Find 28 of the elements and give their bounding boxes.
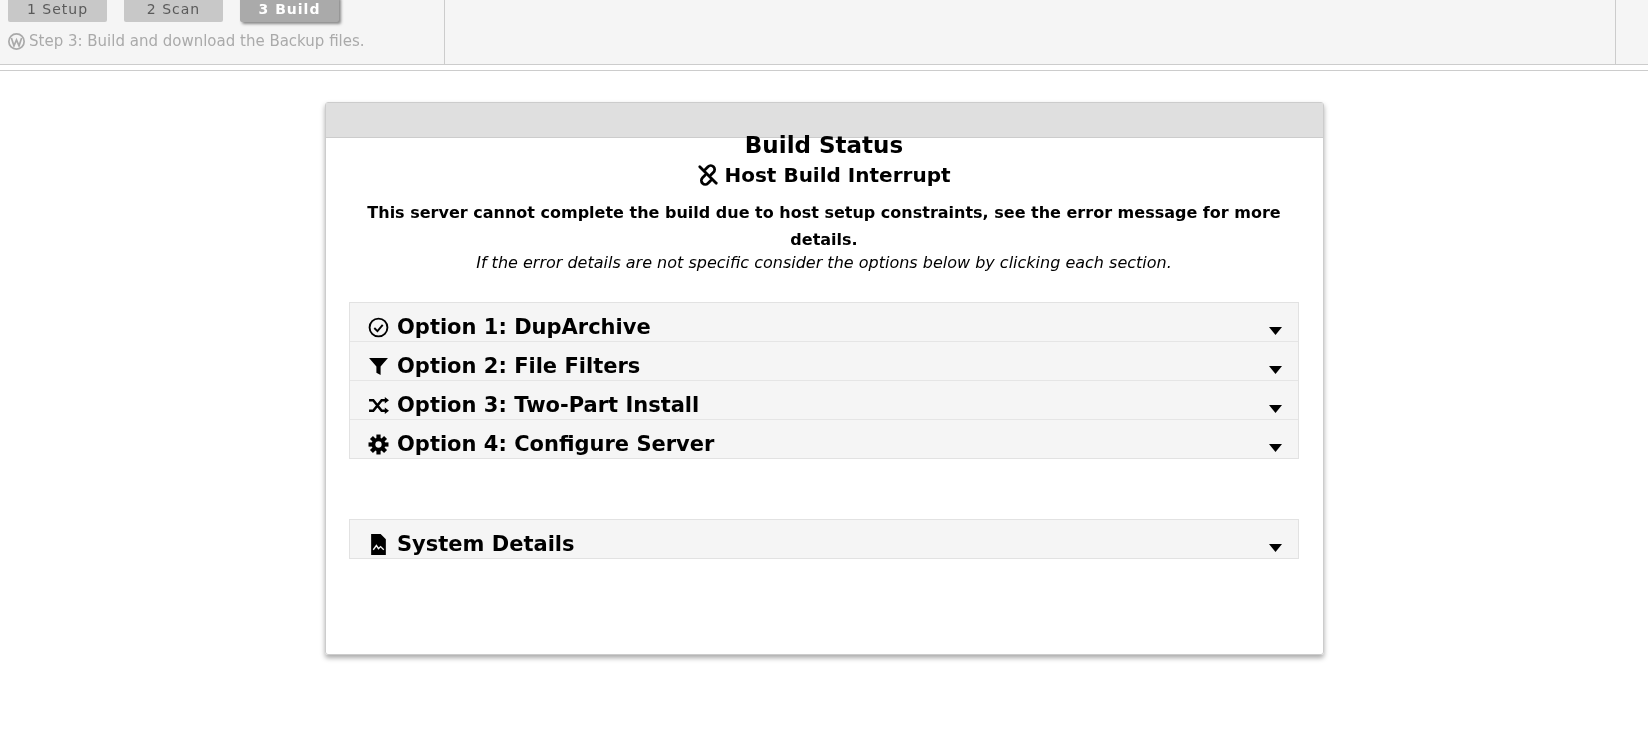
section-title: System Details: [397, 532, 575, 556]
broken-link-icon: [697, 164, 720, 186]
accordion-header[interactable]: Option 3: Two-Part Install: [350, 381, 1298, 420]
caret-icon: [1269, 366, 1282, 374]
step-tab[interactable]: 2 Scan: [124, 0, 223, 22]
accordion-header[interactable]: Option 1: DupArchive: [350, 303, 1298, 342]
filter-icon: [368, 355, 389, 377]
card-title: Build Status: [744, 132, 904, 158]
accordion-header[interactable]: Option 4: Configure Server: [350, 420, 1298, 458]
error-message: This server cannot complete the build due to host setup constraints, see the error message for more details.: [366, 202, 1282, 251]
caret-icon: [1269, 444, 1282, 452]
wordpress-logo-icon: [8, 32, 25, 50]
accordion-header[interactable]: Option 2: File Filters: [350, 342, 1298, 381]
hint-text: If the error details are not specific consider the options below by clicking each section.: [475, 253, 1173, 272]
document-icon: [368, 533, 389, 555]
interrupt-heading: Host Build Interrupt: [724, 163, 951, 187]
section-title: Option 2: File Filters: [397, 354, 641, 378]
gear-icon: [368, 433, 389, 455]
step-description: Step 3: Build and download the Backup files.: [29, 32, 365, 50]
section-title: Option 1: DupArchive: [397, 315, 651, 339]
check-circle-icon: [368, 316, 389, 338]
section-title: Option 3: Two-Part Install: [397, 393, 700, 417]
step-tab[interactable]: 1 Setup: [8, 0, 107, 22]
caret-icon: [1269, 405, 1282, 413]
section-title: Option 4: Configure Server: [397, 432, 715, 456]
caret-icon: [1269, 544, 1282, 552]
accordion-header[interactable]: System Details: [350, 520, 1298, 558]
caret-icon: [1269, 327, 1282, 335]
